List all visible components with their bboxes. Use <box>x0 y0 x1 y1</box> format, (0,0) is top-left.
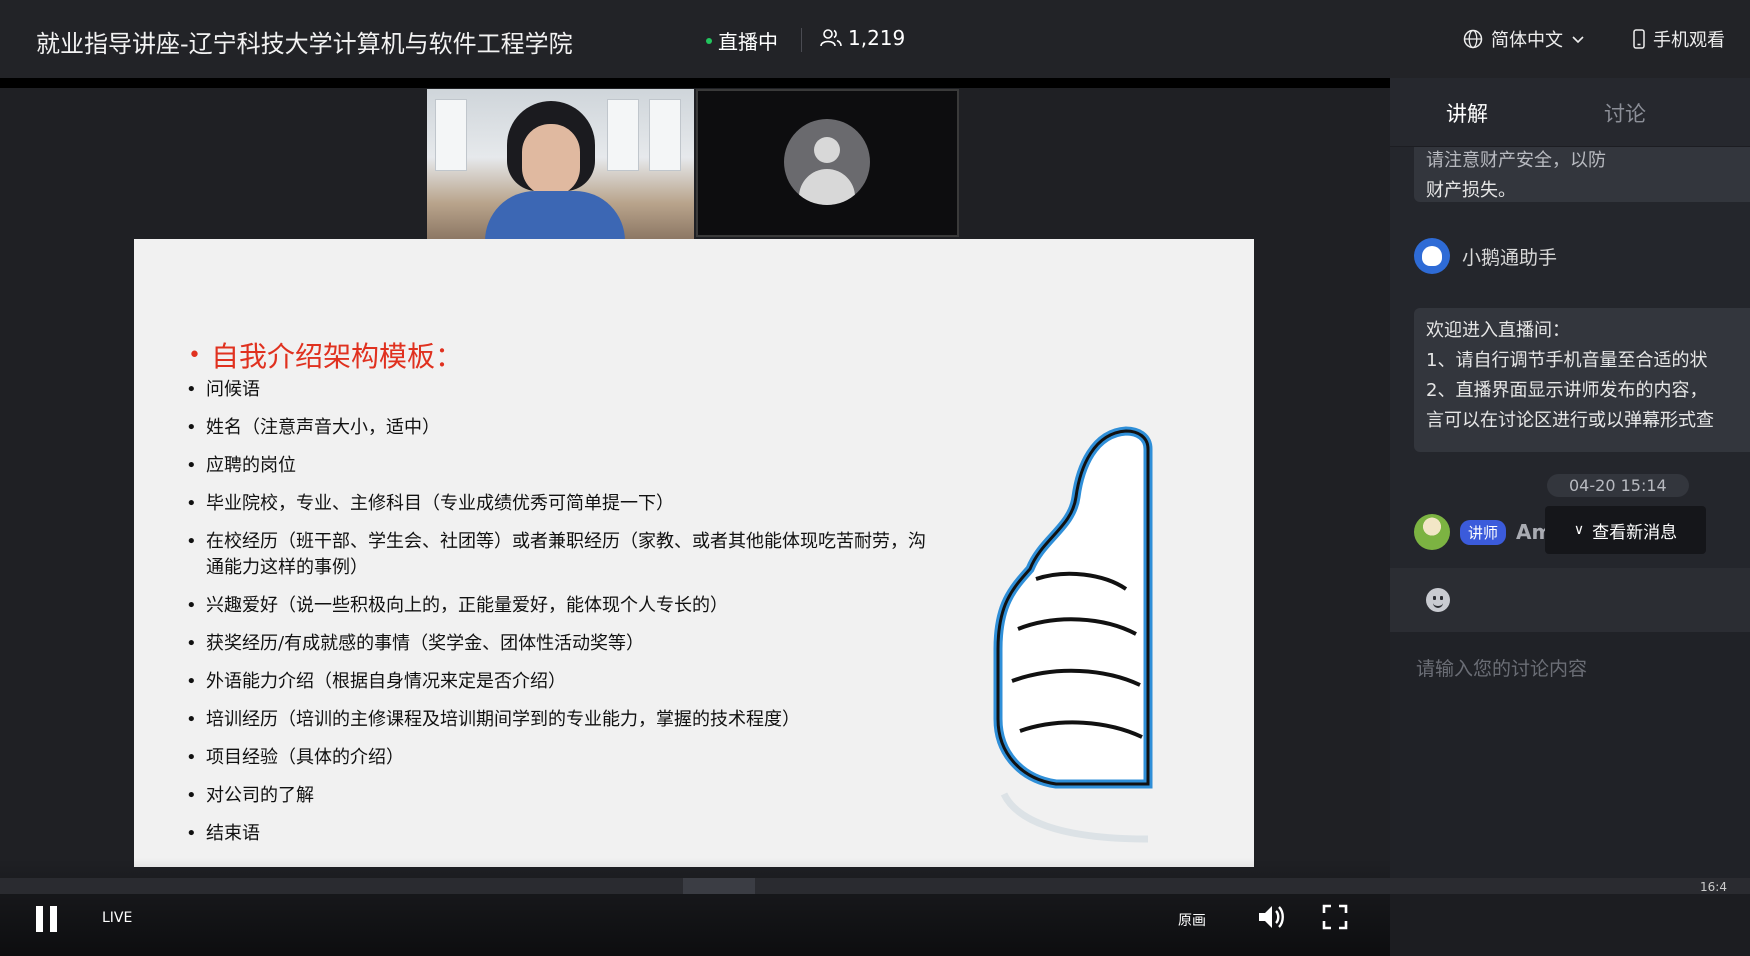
participant-camera <box>696 89 959 237</box>
slide-list-item: 问候语 <box>186 377 936 403</box>
input-toolbar <box>1390 568 1750 632</box>
view-new-messages-label: 查看新消息 <box>1592 522 1678 543</box>
thumbs-up-icon <box>993 426 1153 843</box>
speaker-role-badge: 讲师 <box>1460 519 1507 545</box>
presentation-slide: • 自我介绍架构模板： 问候语 姓名（注意声音大小，适中） 应聘的岗位 毕业院校… <box>134 239 1254 867</box>
default-avatar-icon <box>784 119 870 205</box>
header-divider <box>801 28 802 52</box>
assistant-avatar <box>1414 238 1450 274</box>
viewer-count: 1,219 <box>820 26 905 50</box>
slide-list-item: 培训经历（培训的主修课程及培训期间学到的专业能力，掌握的技术程度） <box>186 707 936 733</box>
taskbar <box>0 878 1750 894</box>
slide-list-item: 结束语 <box>186 821 936 847</box>
tab-explain[interactable]: 讲解 <box>1446 98 1488 128</box>
message-line: 1、请自行调节手机音量至合适的状 <box>1426 350 1708 371</box>
message-line: 欢迎进入直播间： <box>1426 320 1570 341</box>
avatar <box>1414 514 1450 550</box>
slide-heading: • 自我介绍架构模板： <box>188 335 463 375</box>
timestamp-badge: 04-20 15:14 <box>1547 474 1689 497</box>
message-text: 财产损失。 <box>1426 180 1516 201</box>
message-line: 言可以在讨论区进行或以弹幕形式查 <box>1426 410 1714 431</box>
presenter-face <box>522 124 580 196</box>
chevron-down-icon: ∨ <box>1573 522 1585 538</box>
pause-button[interactable] <box>36 906 58 932</box>
slide-list-item: 毕业院校，专业、主修科目（专业成绩优秀可简单提一下） <box>186 491 936 517</box>
message-text: 请注意财产安全，以防 <box>1426 150 1606 171</box>
mobile-watch-button[interactable]: 手机观看 <box>1633 26 1725 52</box>
language-label: 简体中文 <box>1491 30 1563 51</box>
live-indicator: LIVE <box>102 910 133 926</box>
message-line: 2、直播界面显示讲师发布的内容， <box>1426 380 1708 401</box>
live-status: 直播中 <box>706 26 778 55</box>
top-bar: 就业指导讲座-辽宁科技大学计算机与软件工程学院 直播中 1,219 简体中文 手… <box>0 0 1750 78</box>
slide-list-item: 姓名（注意声音大小，适中） <box>186 415 936 441</box>
presenter-camera <box>427 89 694 241</box>
slide-list-item: 兴趣爱好（说一些积极向上的，正能量爱好，能体现个人专长的） <box>186 593 936 619</box>
background-window <box>435 99 467 171</box>
sidebar-tabs: 讲解 讨论 <box>1390 78 1750 147</box>
slide-list-item: 外语能力介绍（根据自身情况来定是否介绍） <box>186 669 936 695</box>
phone-icon <box>1633 29 1645 49</box>
globe-icon <box>1463 29 1483 49</box>
slide-bullet-list: 问候语 姓名（注意声音大小，适中） 应聘的岗位 毕业院校，专业、主修科目（专业成… <box>186 377 936 859</box>
video-top-band <box>0 78 1390 88</box>
mobile-watch-label: 手机观看 <box>1653 30 1725 51</box>
live-status-label: 直播中 <box>718 30 778 54</box>
view-new-messages-button[interactable]: ∨ 查看新消息 <box>1545 506 1706 554</box>
background-window <box>607 99 639 171</box>
slide-list-item: 项目经验（具体的介绍） <box>186 745 936 771</box>
fullscreen-icon[interactable] <box>1322 904 1348 930</box>
presenter-body <box>485 191 625 241</box>
chat-message: 请注意财产安全，以防 财产损失。 <box>1414 138 1750 202</box>
taskbar-clock: 16:4 <box>1700 880 1727 894</box>
background-window <box>649 99 681 171</box>
emoji-icon[interactable] <box>1426 588 1450 612</box>
welcome-message: 欢迎进入直播间： 1、请自行调节手机音量至合适的状 2、直播界面显示讲师发布的内… <box>1414 308 1750 452</box>
taskbar-item[interactable] <box>683 878 755 894</box>
quality-selector[interactable]: 原画 <box>1178 910 1206 930</box>
video-player[interactable]: • 自我介绍架构模板： 问候语 姓名（注意声音大小，适中） 应聘的岗位 毕业院校… <box>0 78 1390 956</box>
discussion-input[interactable] <box>1414 648 1738 690</box>
slide-list-item: 在校经历（班干部、学生会、社团等）或者兼职经历（家教、或者其他能体现吃苦耐劳，沟… <box>186 529 936 581</box>
live-dot-icon <box>706 37 712 44</box>
chat-input-area <box>1390 568 1750 878</box>
slide-heading-text: 自我介绍架构模板： <box>210 340 463 373</box>
slide-list-item: 对公司的了解 <box>186 783 936 809</box>
assistant-header: 小鹅通助手 <box>1414 238 1557 274</box>
chevron-down-icon <box>1572 36 1584 44</box>
chat-sidebar: 请注意财产安全，以防 财产损失。 讲解 讨论 小鹅通助手 欢迎进入直播间： 1、… <box>1390 78 1750 878</box>
slide-list-item: 应聘的岗位 <box>186 453 936 479</box>
people-icon <box>820 29 842 47</box>
goose-icon <box>1422 246 1442 266</box>
player-controls: LIVE 原画 <box>0 858 1390 956</box>
slide-list-item: 获奖经历/有成就感的事情（奖学金、团体性活动奖等） <box>186 631 936 657</box>
language-selector[interactable]: 简体中文 <box>1463 26 1585 52</box>
assistant-name: 小鹅通助手 <box>1462 246 1558 269</box>
tab-discussion[interactable]: 讨论 <box>1604 98 1646 128</box>
viewer-count-value: 1,219 <box>848 26 906 50</box>
stream-title: 就业指导讲座-辽宁科技大学计算机与软件工程学院 <box>36 30 573 58</box>
heading-bullet: • <box>188 342 201 368</box>
volume-icon[interactable] <box>1256 902 1286 932</box>
